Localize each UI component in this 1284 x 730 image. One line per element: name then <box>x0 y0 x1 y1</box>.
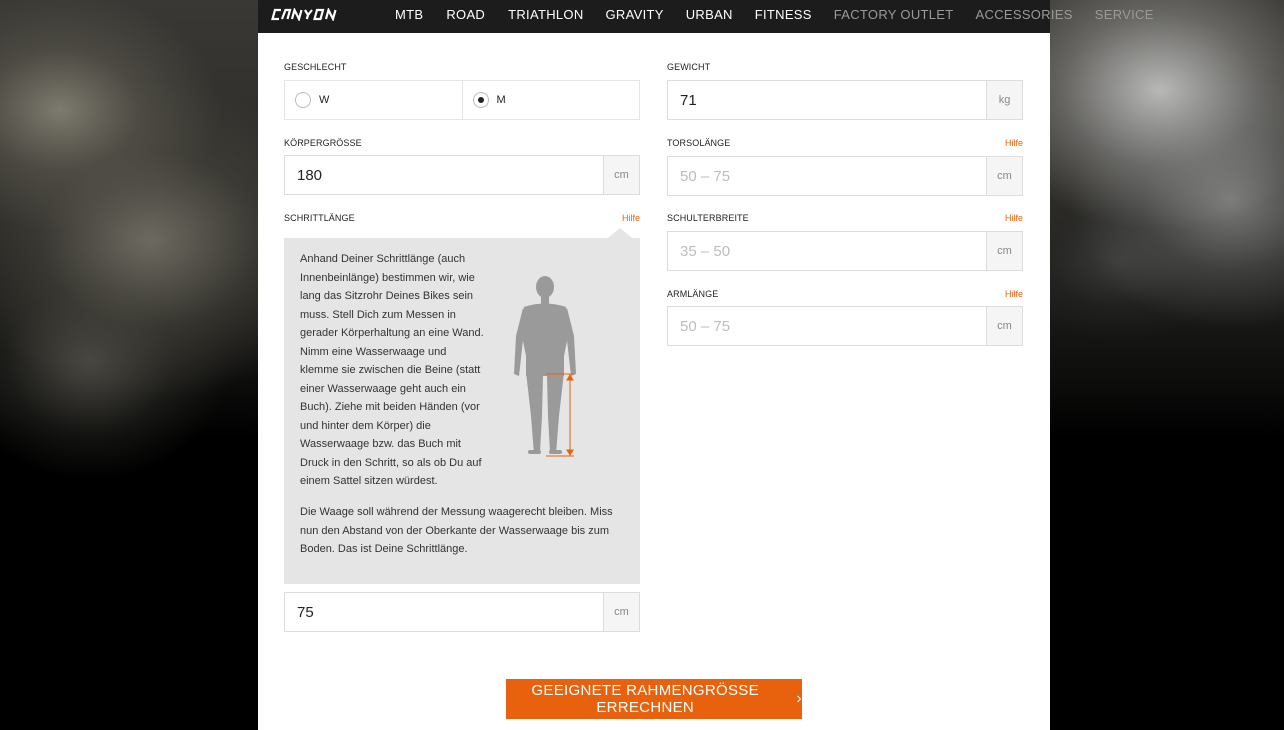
torso-field: cm <box>667 156 1023 196</box>
nav-item-factory-outlet[interactable]: FACTORY OUTLET <box>834 7 954 22</box>
inseam-help-text-1: Anhand Deiner Schrittlänge (auch Innenbe… <box>300 253 484 487</box>
inseam-label: SCHRITTLÄNGE <box>284 213 355 223</box>
gender-label: GESCHLECHT <box>284 62 347 72</box>
nav-item-mtb[interactable]: MTB <box>395 7 423 22</box>
height-input[interactable] <box>285 156 603 194</box>
radio-unchecked-icon[interactable] <box>295 92 311 108</box>
torso-unit: cm <box>986 157 1022 195</box>
shoulder-help-link[interactable]: Hilfe <box>1005 213 1023 223</box>
arm-field: cm <box>667 306 1023 346</box>
inseam-help-text-2: Die Waage soll während der Messung waage… <box>300 506 613 555</box>
nav-item-gravity[interactable]: GRAVITY <box>606 7 664 22</box>
torso-help-link[interactable]: Hilfe <box>1005 138 1023 148</box>
calculate-frame-size-button[interactable]: GEEIGNETE RAHMENGRÖSSE ERRECHNEN › <box>506 679 802 719</box>
nav-item-service[interactable]: SERVICE <box>1095 7 1154 22</box>
shoulder-unit: cm <box>986 232 1022 270</box>
weight-input[interactable] <box>668 81 986 119</box>
canyon-logo[interactable] <box>271 8 344 21</box>
inseam-unit: cm <box>603 593 639 631</box>
nav-item-fitness[interactable]: FITNESS <box>755 7 812 22</box>
shoulder-input[interactable] <box>668 232 986 270</box>
nav-item-road[interactable]: ROAD <box>446 7 485 22</box>
chevron-right-icon: › <box>796 690 802 707</box>
inseam-help-box: Anhand Deiner Schrittlänge (auch Innenbe… <box>284 228 640 584</box>
shoulder-label: SCHULTERBREITE <box>667 213 749 223</box>
torso-label: TORSOLÄNGE <box>667 138 731 148</box>
weight-unit: kg <box>986 81 1022 119</box>
arm-unit: cm <box>986 307 1022 345</box>
height-unit: cm <box>603 156 639 194</box>
radio-checked-icon[interactable] <box>472 92 489 108</box>
arm-input[interactable] <box>668 307 986 345</box>
height-field: cm <box>284 155 640 195</box>
inseam-input[interactable] <box>285 593 603 631</box>
gender-option-m[interactable]: M <box>461 81 640 119</box>
arm-help-link[interactable]: Hilfe <box>1005 289 1023 299</box>
torso-input[interactable] <box>668 157 986 195</box>
shoulder-field: cm <box>667 231 1023 271</box>
gender-option-w-label: W <box>319 94 330 106</box>
inseam-help-link[interactable]: Hilfe <box>622 213 640 223</box>
arm-label: ARMLÄNGE <box>667 289 719 299</box>
main-menu: MTB ROAD TRIATHLON GRAVITY URBAN FITNESS… <box>384 0 1154 29</box>
gender-radio-group: W M <box>284 80 640 120</box>
calculate-frame-size-label: GEEIGNETE RAHMENGRÖSSE ERRECHNEN <box>531 682 759 716</box>
nav-item-urban[interactable]: URBAN <box>686 7 733 22</box>
body-silhouette-icon <box>514 276 576 457</box>
weight-label: GEWICHT <box>667 62 711 72</box>
height-label: KÖRPERGRÖSSE <box>284 138 362 148</box>
nav-item-accessories[interactable]: ACCESSORIES <box>976 7 1073 22</box>
inseam-field: cm <box>284 592 640 632</box>
nav-item-triathlon[interactable]: TRIATHLON <box>508 7 583 22</box>
gender-option-w[interactable]: W <box>285 81 462 119</box>
weight-field: kg <box>667 80 1023 120</box>
gender-option-m-label: M <box>496 94 506 106</box>
